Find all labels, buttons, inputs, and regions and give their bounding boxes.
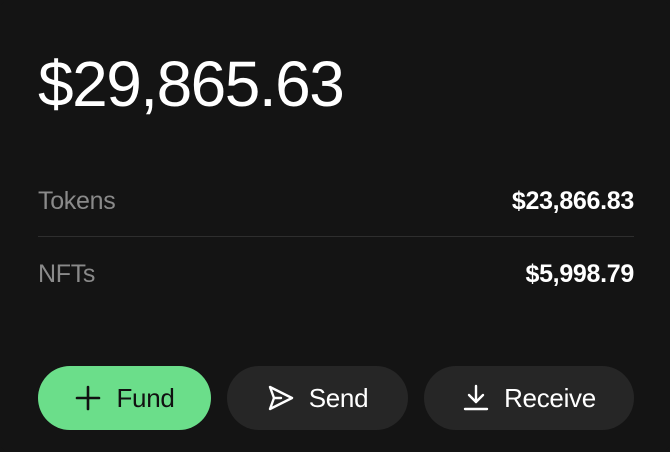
nfts-row[interactable]: NFTs $5,998.79 bbox=[38, 254, 634, 294]
receive-button[interactable]: Receive bbox=[424, 366, 634, 430]
balance-card: $29,865.63 Tokens $23,866.83 NFTs $5,998… bbox=[0, 0, 670, 452]
nfts-value: $5,998.79 bbox=[525, 259, 634, 288]
row-divider bbox=[38, 236, 634, 237]
nfts-label: NFTs bbox=[38, 259, 96, 288]
tokens-value: $23,866.83 bbox=[511, 186, 634, 215]
send-button[interactable]: Send bbox=[227, 366, 408, 430]
total-balance: $29,865.63 bbox=[38, 48, 345, 120]
tokens-label: Tokens bbox=[38, 186, 116, 215]
plus-icon bbox=[74, 384, 102, 412]
send-icon bbox=[267, 384, 295, 412]
action-buttons: Fund Send Receive bbox=[38, 366, 634, 430]
download-icon bbox=[462, 384, 490, 412]
receive-label: Receive bbox=[504, 382, 596, 413]
fund-button[interactable]: Fund bbox=[38, 366, 211, 430]
fund-label: Fund bbox=[116, 382, 175, 413]
send-label: Send bbox=[308, 382, 369, 413]
tokens-row[interactable]: Tokens $23,866.83 bbox=[38, 181, 634, 221]
